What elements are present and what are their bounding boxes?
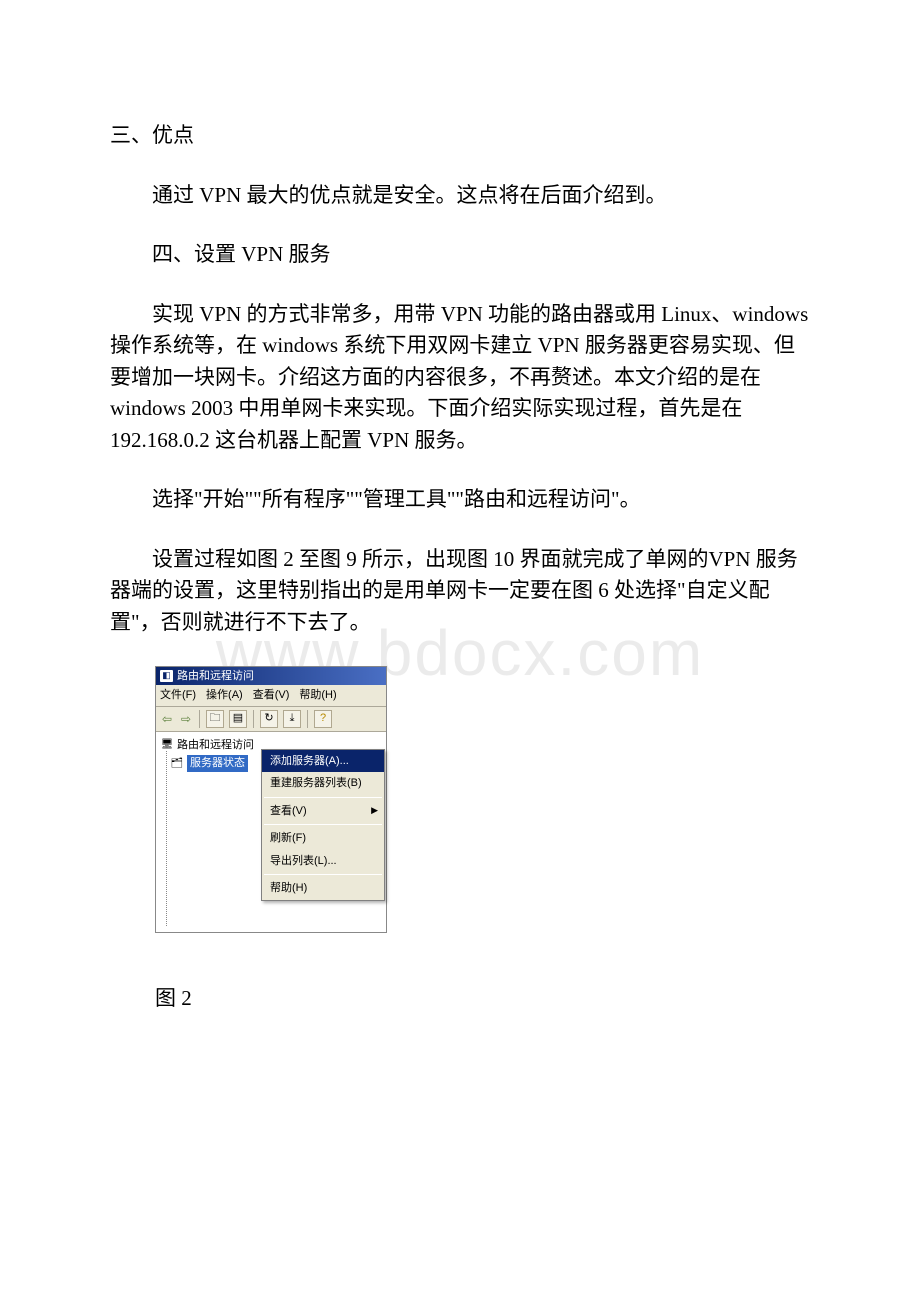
tree-node-label: 服务器状态 <box>187 755 248 772</box>
menu-file[interactable]: 文件(F) <box>160 687 196 704</box>
paragraph-1: 通过 VPN 最大的优点就是安全。这点将在后面介绍到。 <box>110 180 810 212</box>
ctx-view-label: 查看(V) <box>270 803 307 820</box>
ctx-refresh[interactable]: 刷新(F) <box>262 827 384 850</box>
export-icon[interactable]: ⤓ <box>283 710 301 728</box>
figure-2-screenshot: ◧ 路由和远程访问 文件(F) 操作(A) 查看(V) 帮助(H) ⇦ ⇨ 🗀 … <box>155 666 810 933</box>
heading-section-4: 四、设置 VPN 服务 <box>110 239 810 271</box>
toolbar-divider <box>253 710 254 728</box>
menu-bar: 文件(F) 操作(A) 查看(V) 帮助(H) <box>156 685 386 707</box>
ctx-export-label: 导出列表(L)... <box>270 853 337 870</box>
document-page: 三、优点 通过 VPN 最大的优点就是安全。这点将在后面介绍到。 四、设置 VP… <box>0 0 920 1014</box>
tree-connector-line <box>166 751 167 926</box>
context-menu: 添加服务器(A)... 重建服务器列表(B) 查看(V) ▶ 刷新(F) <box>261 749 385 901</box>
refresh-icon[interactable]: ↻ <box>260 710 278 728</box>
ctx-export[interactable]: 导出列表(L)... <box>262 850 384 873</box>
ctx-rebuild-list[interactable]: 重建服务器列表(B) <box>262 772 384 795</box>
submenu-arrow-icon: ▶ <box>371 804 378 818</box>
server-icon: 🖥 <box>160 739 174 751</box>
ctx-view[interactable]: 查看(V) ▶ <box>262 800 384 823</box>
menu-view[interactable]: 查看(V) <box>253 687 290 704</box>
menu-help[interactable]: 帮助(H) <box>299 687 336 704</box>
toolbar: ⇦ ⇨ 🗀 ▤ ↻ ⤓ ? <box>156 707 386 732</box>
tree-pane: 🖥 路由和远程访问 🗂 服务器状态 添加服务器(A)... 重建服务器列表(B) <box>156 732 386 932</box>
ctx-add-server[interactable]: 添加服务器(A)... <box>262 750 384 773</box>
help-icon[interactable]: ? <box>314 710 332 728</box>
paragraph-3: 选择"开始""所有程序""管理工具""路由和远程访问"。 <box>110 484 810 516</box>
heading-section-3: 三、优点 <box>110 120 810 152</box>
toolbar-divider <box>307 710 308 728</box>
ctx-separator <box>264 797 382 798</box>
ctx-rebuild-label: 重建服务器列表(B) <box>270 775 362 792</box>
window-titlebar: ◧ 路由和远程访问 <box>156 667 386 685</box>
menu-action[interactable]: 操作(A) <box>206 687 243 704</box>
ctx-separator <box>264 874 382 875</box>
paragraph-4: 设置过程如图 2 至图 9 所示，出现图 10 界面就完成了单网的VPN 服务器… <box>110 544 810 639</box>
folder-icon: 🗂 <box>170 757 184 769</box>
forward-arrow-icon[interactable]: ⇨ <box>179 712 193 726</box>
back-arrow-icon[interactable]: ⇦ <box>160 712 174 726</box>
app-icon: ◧ <box>160 670 173 682</box>
ctx-help[interactable]: 帮助(H) <box>262 877 384 900</box>
ctx-help-label: 帮助(H) <box>270 880 307 897</box>
toolbar-divider <box>199 710 200 728</box>
paragraph-2: 实现 VPN 的方式非常多，用带 VPN 功能的路由器或用 Linux、wind… <box>110 299 810 457</box>
window-title: 路由和远程访问 <box>177 668 254 685</box>
ctx-refresh-label: 刷新(F) <box>270 830 306 847</box>
figure-caption: 图 2 <box>155 983 810 1015</box>
tree-root-label: 路由和远程访问 <box>177 737 254 754</box>
up-folder-icon[interactable]: 🗀 <box>206 710 224 728</box>
ctx-separator <box>264 824 382 825</box>
ctx-add-server-label: 添加服务器(A)... <box>270 753 349 770</box>
rras-window: ◧ 路由和远程访问 文件(F) 操作(A) 查看(V) 帮助(H) ⇦ ⇨ 🗀 … <box>155 666 387 933</box>
properties-icon[interactable]: ▤ <box>229 710 247 728</box>
